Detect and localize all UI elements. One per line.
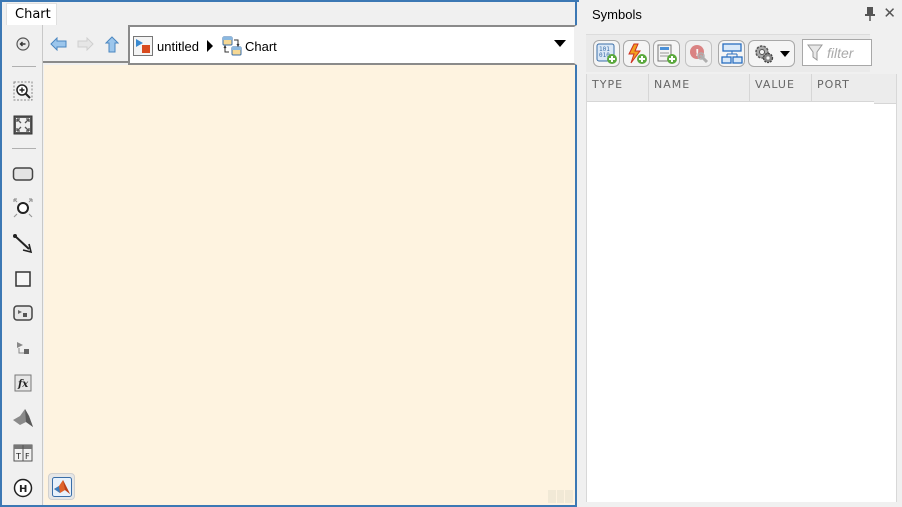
hide-show-icon[interactable] <box>12 33 34 55</box>
hierarchy-button[interactable] <box>718 40 745 67</box>
settings-dropdown-button[interactable] <box>748 40 795 67</box>
tab-chart[interactable]: Chart <box>6 3 57 25</box>
hierarchy-icon <box>720 42 743 64</box>
chart-editor-panel: Chart fx T F H untitled Chart <box>0 0 579 507</box>
breadcrumb-item-model[interactable]: untitled <box>133 36 199 56</box>
funnel-icon <box>807 44 823 61</box>
state-icon[interactable] <box>12 163 34 185</box>
column-header-port[interactable]: PORT <box>812 74 875 102</box>
breadcrumb-separator-icon <box>206 36 214 56</box>
svg-text:F: F <box>25 452 30 461</box>
resolve-undefined-button[interactable]: ! <box>685 40 712 67</box>
simulink-function-icon[interactable] <box>12 302 34 324</box>
matlab-logo-icon <box>51 476 72 497</box>
add-message-button[interactable] <box>653 40 680 67</box>
chart-canvas[interactable] <box>44 65 575 505</box>
chevron-down-icon <box>780 50 790 57</box>
svg-text:H: H <box>19 484 27 495</box>
arrow-left-icon <box>49 37 66 51</box>
matlab-button[interactable] <box>48 473 75 500</box>
forward-button[interactable] <box>76 35 94 53</box>
object-palette: fx TF H <box>4 25 43 505</box>
zoom-in-icon[interactable] <box>12 80 34 102</box>
up-button[interactable] <box>103 35 121 53</box>
fit-to-view-icon[interactable] <box>12 114 34 136</box>
box-icon[interactable] <box>12 268 34 290</box>
divider <box>12 148 36 149</box>
back-button[interactable] <box>49 35 67 53</box>
simulink-state-icon[interactable] <box>12 337 34 359</box>
table-header: TYPE NAME VALUE PORT <box>587 74 875 102</box>
app-window: Chart fx T F H untitled Chart Symbols ✕ … <box>0 0 902 507</box>
symbols-table: TYPE NAME VALUE PORT <box>586 74 897 502</box>
truth-table-icon[interactable]: TF <box>12 442 34 464</box>
panel-focus-border <box>2 0 579 2</box>
breadcrumb: untitled Chart <box>128 25 577 65</box>
breadcrumb-label: untitled <box>157 38 199 54</box>
graphical-function-icon[interactable]: fx <box>12 372 34 394</box>
column-header-name[interactable]: NAME <box>649 74 750 102</box>
panel-title: Symbols <box>592 7 642 22</box>
default-transition-icon[interactable] <box>12 233 34 255</box>
breadcrumb-item-chart[interactable]: Chart <box>222 36 277 56</box>
resize-grip[interactable] <box>548 490 574 503</box>
add-message-icon <box>657 44 677 64</box>
add-data-button[interactable]: 101 010 <box>593 40 620 67</box>
matlab-function-icon[interactable] <box>12 407 34 429</box>
filter-field[interactable] <box>802 39 872 66</box>
arrow-up-icon <box>105 35 119 52</box>
breadcrumb-dropdown-icon[interactable] <box>554 40 566 47</box>
breadcrumb-label: Chart <box>245 38 277 54</box>
gear-icon <box>755 44 774 63</box>
svg-text:fx: fx <box>17 379 29 390</box>
column-header-type[interactable]: TYPE <box>587 74 649 102</box>
symbols-toolbar: 101 010 ! <box>586 34 872 72</box>
header-filler <box>874 74 896 104</box>
filter-input[interactable] <box>827 44 871 61</box>
add-event-button[interactable] <box>623 40 650 67</box>
svg-text:T: T <box>15 452 21 461</box>
resolve-icon: ! <box>689 44 708 63</box>
column-header-value[interactable]: VALUE <box>750 74 812 102</box>
pin-icon[interactable] <box>864 6 876 22</box>
history-junction-icon[interactable]: H <box>12 477 34 499</box>
junction-icon[interactable] <box>12 197 34 219</box>
stateflow-chart-icon <box>222 36 242 56</box>
close-icon[interactable]: ✕ <box>883 4 896 22</box>
navigation-bar <box>43 25 128 63</box>
add-event-icon <box>627 43 647 64</box>
arrow-right-icon <box>77 37 94 51</box>
divider <box>12 66 36 67</box>
simulink-model-icon <box>133 36 153 56</box>
add-data-icon: 101010 <box>596 43 617 64</box>
symbols-panel: Symbols ✕ 101 010 ! filter TYPE NAME VAL… <box>579 0 902 507</box>
